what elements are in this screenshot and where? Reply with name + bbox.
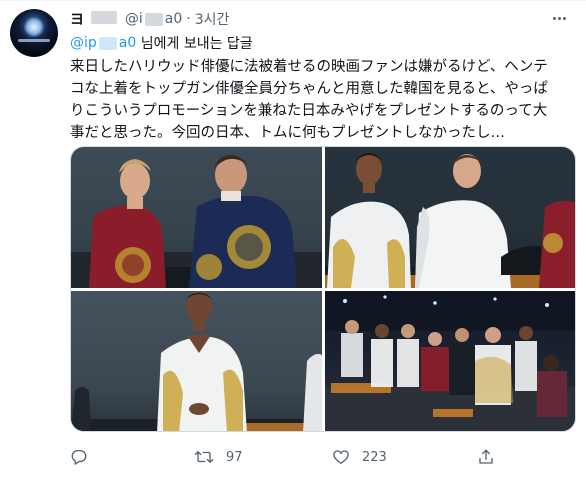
author-handle-prefix: @i xyxy=(124,11,143,27)
reply-mention-redacted xyxy=(98,36,117,50)
avatar[interactable] xyxy=(10,9,58,57)
tweet-text-line: コな上着をトップガン俳優全員分ちゃんと用意した韓国を見ると、やっぱ xyxy=(70,81,548,97)
reply-mention-suffix: a0 xyxy=(118,35,137,51)
tweet-text-line: 事だと思った。今回の日本、トムに何もプレゼントしなかったし… xyxy=(70,125,505,141)
retweet-action[interactable]: 97 xyxy=(194,447,243,467)
tweet[interactable]: ヨ @i a0 · 3시간 @ip a0 님에게 보내는 답글 来日したハリウッ… xyxy=(0,0,586,481)
photo-4-illustration xyxy=(325,291,575,431)
tweet-text: 来日したハリウッド俳優に法被着せるの映画ファンは嫌がるけど、ヘンテ コな上着をト… xyxy=(70,56,578,144)
author-name-text: ヨ xyxy=(70,12,84,28)
photo-1-illustration xyxy=(71,155,322,288)
retweet-count: 97 xyxy=(226,449,243,465)
tweet-timestamp[interactable]: 3시간 xyxy=(195,9,230,29)
author-handle[interactable]: @i a0 · 3시간 xyxy=(125,9,230,29)
tweet-text-line: 来日したハリウッド俳優に法被着せるの映画ファンは嫌がるけど、ヘンテ xyxy=(70,59,548,75)
tweet-header: ヨ @i a0 · 3시간 xyxy=(70,10,229,28)
reply-icon xyxy=(71,449,87,465)
photo-2[interactable] xyxy=(325,147,575,288)
avatar-caption-graphic xyxy=(18,39,50,42)
author-name-redacted xyxy=(90,11,117,24)
author-handle-suffix: a0 xyxy=(164,11,183,27)
avatar-moon-graphic xyxy=(24,17,44,37)
reply-mention[interactable]: @ip a0 xyxy=(70,35,136,51)
photo-4[interactable] xyxy=(325,291,575,431)
photo-3[interactable] xyxy=(71,291,322,431)
share-action[interactable] xyxy=(477,447,495,467)
reply-action[interactable] xyxy=(70,447,100,467)
more-options-icon[interactable] xyxy=(548,9,570,27)
photo-3-illustration xyxy=(71,292,322,431)
retweet-icon xyxy=(194,451,214,463)
like-count: 223 xyxy=(362,449,387,465)
tweet-actions: 97 223 xyxy=(70,447,570,467)
media-grid xyxy=(70,146,576,432)
heart-icon xyxy=(333,450,349,465)
photo-1[interactable] xyxy=(71,147,322,288)
replying-to: @ip a0 님에게 보내는 답글 xyxy=(70,33,253,53)
separator-dot: · xyxy=(186,11,191,27)
replying-suffix: 님에게 보내는 답글 xyxy=(136,36,253,52)
share-icon xyxy=(479,449,493,464)
tweet-text-line: りこういうプロモーションを兼ねた日本みやげをプレゼントするのって大 xyxy=(70,103,548,119)
photo-2-illustration xyxy=(325,153,575,288)
author-handle-redacted xyxy=(144,12,163,26)
reply-mention-prefix: @ip xyxy=(70,35,97,51)
like-action[interactable]: 223 xyxy=(332,447,387,467)
author-name[interactable]: ヨ xyxy=(70,9,119,29)
